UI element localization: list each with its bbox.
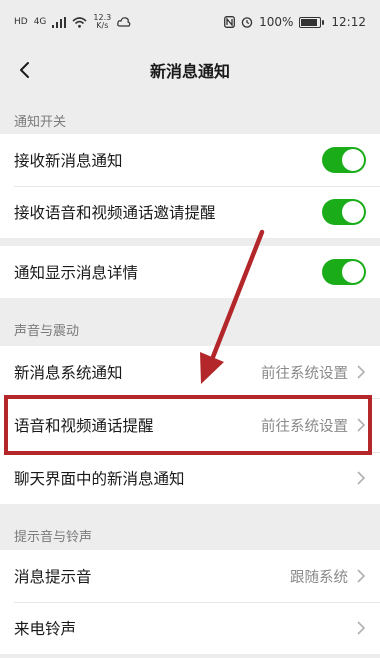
chevron-right-icon xyxy=(357,365,366,379)
row-message-tone[interactable]: 消息提示音 跟随系统 xyxy=(0,550,380,602)
net-speed-unit: K/s xyxy=(96,21,109,30)
row-label: 消息提示音 xyxy=(14,568,92,586)
hd-icon: HD xyxy=(14,17,28,27)
battery-icon xyxy=(299,16,325,28)
row-receive-new-message[interactable]: 接收新消息通知 xyxy=(0,134,380,186)
clock: 12:12 xyxy=(331,15,366,29)
section-header-tones: 提示音与铃声 xyxy=(14,530,93,545)
row-label: 来电铃声 xyxy=(14,620,77,638)
notify-detail-group: 通知显示消息详情 xyxy=(0,246,380,298)
row-label: 通知显示消息详情 xyxy=(14,264,139,282)
notify-switch-group: 接收新消息通知 接收语音和视频通话邀请提醒 xyxy=(0,134,380,238)
cloud-icon xyxy=(117,17,131,27)
row-ringtone[interactable]: 来电铃声 xyxy=(0,602,380,654)
nfc-icon xyxy=(224,16,236,28)
row-system-notification[interactable]: 新消息系统通知 前往系统设置 xyxy=(0,346,380,398)
row-value: 前往系统设置 xyxy=(261,365,348,382)
back-button[interactable] xyxy=(12,56,40,84)
row-label: 新消息系统通知 xyxy=(14,364,123,382)
tones-group: 消息提示音 跟随系统 来电铃声 xyxy=(0,550,380,654)
row-receive-call-invite[interactable]: 接收语音和视频通话邀请提醒 xyxy=(0,186,380,238)
row-call-reminder[interactable]: 语音和视频通话提醒 前往系统设置 xyxy=(0,398,380,452)
page-title: 新消息通知 xyxy=(149,62,230,81)
section-header-notify-switch: 通知开关 xyxy=(14,115,67,130)
network-type: 4G xyxy=(33,17,47,27)
chevron-right-icon xyxy=(357,621,366,635)
section-header-sound-vibration: 声音与震动 xyxy=(14,324,80,339)
battery-fill xyxy=(301,18,318,26)
chevron-right-icon xyxy=(357,569,366,583)
toggle-receive-new-message[interactable] xyxy=(322,147,366,173)
signal-icon xyxy=(52,16,67,28)
toggle-receive-call-invite[interactable] xyxy=(322,199,366,225)
row-show-message-detail[interactable]: 通知显示消息详情 xyxy=(0,246,380,298)
alarm-icon xyxy=(241,17,253,28)
row-value: 前往系统设置 xyxy=(261,418,348,435)
chevron-right-icon xyxy=(357,471,366,485)
row-label: 语音和视频通话提醒 xyxy=(14,417,154,435)
row-label: 聊天界面中的新消息通知 xyxy=(14,470,185,488)
row-chat-new-message[interactable]: 聊天界面中的新消息通知 xyxy=(0,452,380,504)
wifi-icon xyxy=(72,16,87,28)
row-value: 跟随系统 xyxy=(290,569,348,586)
nav-bar: 新消息通知 xyxy=(0,44,380,96)
group-gap xyxy=(0,238,380,246)
status-left: HD 4G 12.3 K/s xyxy=(14,14,131,30)
back-arrow-icon xyxy=(20,62,29,78)
net-speed: 12.3 K/s xyxy=(93,14,111,30)
chevron-right-icon xyxy=(357,418,366,432)
row-label: 接收新消息通知 xyxy=(14,152,123,170)
toggle-show-message-detail[interactable] xyxy=(322,259,366,285)
row-label: 接收语音和视频通话邀请提醒 xyxy=(14,204,216,222)
battery-percent: 100% xyxy=(259,15,294,29)
sound-vibration-group: 新消息系统通知 前往系统设置 语音和视频通话提醒 前往系统设置 聊天界面中的新消… xyxy=(0,346,380,504)
status-bar: HD 4G 12.3 K/s 100% 12:12 xyxy=(0,0,380,44)
status-right: 100% 12:12 xyxy=(224,15,366,29)
